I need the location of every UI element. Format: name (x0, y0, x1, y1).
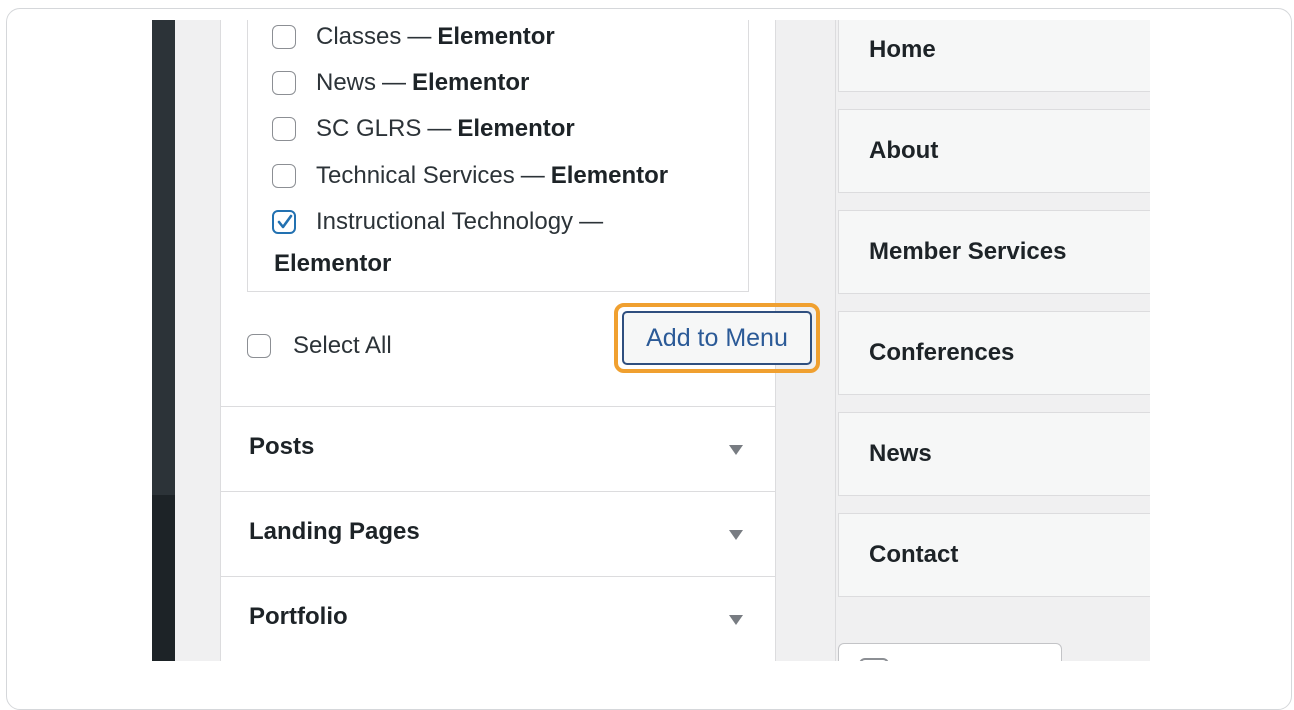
checkbox-checked[interactable] (272, 210, 296, 234)
pages-checklist: Classes — Elementor News — Elementor SC … (247, 20, 749, 292)
accordion-title: Portfolio (249, 603, 348, 630)
page-title: Instructional Technology (316, 208, 574, 235)
bulk-select-control[interactable] (838, 643, 1062, 661)
accordion-posts[interactable]: Posts (221, 406, 775, 490)
menu-item-label: Contact (869, 541, 959, 568)
select-all-checkbox[interactable] (247, 334, 271, 358)
separator: — (520, 162, 545, 189)
checkbox[interactable] (272, 25, 296, 49)
menu-structure: Home About Member Services Conferences N… (835, 20, 1150, 661)
select-all[interactable]: Select All (247, 332, 392, 360)
admin-sidebar-lower (152, 495, 175, 661)
page-item-news[interactable]: News — Elementor (272, 68, 529, 98)
page-title: Classes (316, 23, 402, 50)
page-title: Technical Services (316, 162, 515, 189)
page-item-instructional-technology[interactable]: Instructional Technology — (272, 207, 609, 237)
accordion-title: Posts (249, 433, 315, 460)
menu-item-news[interactable]: News (838, 412, 1150, 496)
accordion-portfolio[interactable]: Portfolio (221, 576, 775, 660)
accordion-title: Landing Pages (249, 518, 420, 545)
page-builder: Elementor (274, 250, 392, 277)
accordion-landing-pages[interactable]: Landing Pages (221, 491, 775, 575)
menu-item-home[interactable]: Home (838, 20, 1150, 92)
separator: — (382, 69, 407, 96)
page-title: News (316, 69, 377, 96)
page-builder: Elementor (437, 23, 555, 50)
menu-item-member-services[interactable]: Member Services (838, 210, 1150, 294)
page-item-classes[interactable]: Classes — Elementor (272, 22, 555, 52)
page-builder: Elementor (412, 69, 530, 96)
page-item-technical-services[interactable]: Technical Services — Elementor (272, 161, 668, 191)
add-menu-items-panel: Classes — Elementor News — Elementor SC … (220, 20, 820, 661)
separator: — (579, 208, 604, 235)
page-item-sc-glrs[interactable]: SC GLRS — Elementor (272, 114, 575, 144)
separator: — (407, 23, 432, 50)
page-builder: Elementor (457, 115, 575, 142)
separator: — (427, 115, 452, 142)
menu-item-label: News (869, 440, 932, 467)
admin-sidebar (152, 20, 175, 495)
checkmark-icon (277, 214, 293, 229)
add-to-menu-button[interactable]: Add to Menu (622, 311, 812, 365)
checkbox[interactable] (272, 117, 296, 141)
menu-item-about[interactable]: About (838, 109, 1150, 193)
checkbox[interactable] (272, 71, 296, 95)
menu-item-label: Member Services (869, 238, 1067, 265)
wp-admin-viewport: Classes — Elementor News — Elementor SC … (152, 20, 1150, 661)
select-all-label: Select All (293, 332, 392, 359)
triangle-down-icon (729, 445, 743, 455)
menu-item-label: Conferences (869, 339, 1015, 366)
page-builder: Elementor (550, 162, 669, 189)
menu-item-conferences[interactable]: Conferences (838, 311, 1150, 395)
menu-item-label: Home (869, 36, 936, 63)
checkbox[interactable] (859, 658, 889, 661)
menu-item-label: About (869, 137, 939, 164)
menu-item-contact[interactable]: Contact (838, 513, 1150, 597)
checkbox[interactable] (272, 164, 296, 188)
triangle-down-icon (729, 615, 743, 625)
page-title: SC GLRS (316, 115, 422, 142)
triangle-down-icon (729, 530, 743, 540)
